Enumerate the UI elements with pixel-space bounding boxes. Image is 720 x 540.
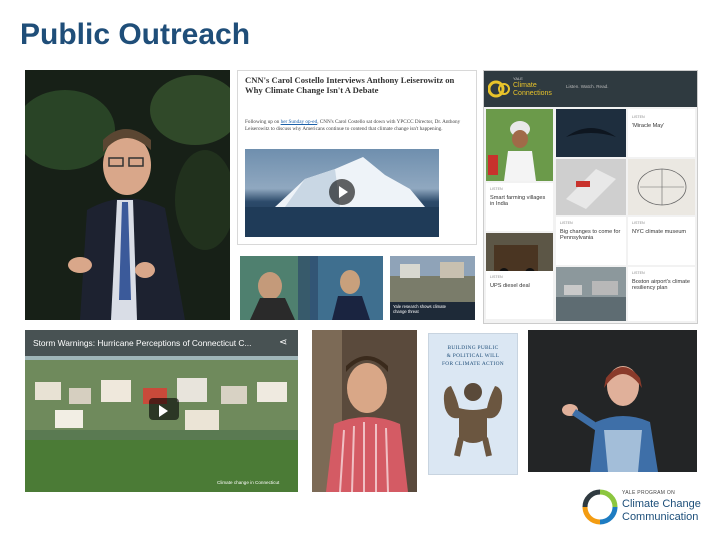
bird-illustration bbox=[566, 128, 616, 137]
speaker-photo-2 bbox=[312, 330, 417, 492]
book-title-line: FOR CLIMATE ACTION bbox=[441, 361, 504, 367]
ypccc-logo-icon bbox=[582, 489, 618, 525]
tile-tag: LISTEN bbox=[632, 221, 645, 225]
iceberg-video[interactable] bbox=[245, 149, 439, 237]
ypccc-logo: YALE PROGRAM ON Climate Change Communica… bbox=[582, 487, 712, 531]
tile-tag: LISTEN bbox=[560, 221, 573, 225]
tv-interview-photo bbox=[240, 256, 383, 320]
tile-ballot-image bbox=[556, 159, 626, 215]
tile-ups-text[interactable]: LISTEN UPS diesel deal bbox=[486, 271, 553, 319]
climate-connections-nav[interactable]: Listen. Watch. Read. bbox=[566, 84, 608, 89]
tile-tag: LISTEN bbox=[490, 187, 503, 191]
cnn-article-body-start: Following up on bbox=[245, 119, 281, 125]
tile-airport-image bbox=[556, 267, 626, 321]
tile-title: Smart farming villages in India bbox=[490, 195, 546, 207]
farmer-illustration bbox=[486, 109, 553, 181]
ypccc-logo-line2: Climate Change bbox=[622, 498, 701, 510]
tile-title: UPS diesel deal bbox=[490, 283, 530, 289]
airport-illustration bbox=[556, 267, 626, 321]
tile-miracle-may-text[interactable]: LISTEN 'Miracle May' bbox=[628, 109, 695, 157]
muscle-figure-icon bbox=[443, 383, 503, 457]
tile-nyc-museum-text[interactable]: LISTEN NYC climate museum bbox=[628, 217, 695, 265]
tile-title: 'Miracle May' bbox=[632, 123, 665, 129]
climate-connections-logo-line2: Connections bbox=[513, 90, 552, 97]
slide-title: Public Outreach bbox=[20, 18, 251, 51]
book-title-line: BUILDING PUBLIC bbox=[447, 345, 499, 351]
tile-miracle-may[interactable] bbox=[556, 109, 626, 157]
share-icon[interactable]: ⋖ bbox=[279, 337, 287, 348]
tile-tag: LISTEN bbox=[490, 275, 503, 279]
play-button-icon[interactable] bbox=[329, 179, 355, 205]
cnn-article-headline: CNN's Carol Costello Interviews Anthony … bbox=[245, 75, 455, 95]
cnn-article-card: CNN's Carol Costello Interviews Anthony … bbox=[237, 70, 477, 245]
climate-connections-logo-small: YALE bbox=[513, 76, 523, 81]
speaker-photo-3 bbox=[528, 330, 697, 472]
tile-title: NYC climate museum bbox=[632, 229, 687, 235]
book-cover: BUILDING PUBLIC & POLITICAL WILL FOR CLI… bbox=[428, 333, 518, 475]
climate-connections-logo-line1: Climate bbox=[513, 82, 537, 89]
tile-image-farmer bbox=[486, 109, 553, 181]
cnn-article-body: Following up on her Sunday op-ed, CNN's … bbox=[245, 119, 467, 133]
climate-connections-header: YALE Climate Connections Listen. Watch. … bbox=[484, 71, 697, 107]
tile-title: Big changes to come for Pennsylvania bbox=[560, 229, 621, 241]
sketch-illustration bbox=[628, 159, 695, 215]
ypccc-logo-line1: YALE PROGRAM ON bbox=[622, 490, 676, 496]
flood-news-photo: Yale research shows climate change threa… bbox=[390, 256, 475, 320]
tile-title: Boston airport's climate resiliency plan bbox=[632, 279, 690, 291]
speaker-illustration bbox=[25, 70, 230, 320]
video-title: Storm Warnings: Hurricane Perceptions of… bbox=[33, 338, 252, 348]
tile-pennsylvania-text[interactable]: LISTEN Big changes to come for Pennsylva… bbox=[556, 217, 626, 265]
tile-tag: LISTEN bbox=[632, 271, 645, 275]
ypccc-logo-line3: Communication bbox=[622, 511, 699, 523]
video-watermark: Climate change in Connecticut bbox=[217, 480, 280, 485]
climate-connections-logo-icon bbox=[488, 80, 510, 98]
ballot-illustration bbox=[556, 159, 626, 215]
storm-warnings-video[interactable]: Storm Warnings: Hurricane Perceptions of… bbox=[25, 330, 298, 492]
speaker2-illustration bbox=[312, 330, 417, 492]
play-button-icon[interactable] bbox=[149, 398, 179, 420]
flood-news-caption: Yale research shows climate change threa… bbox=[393, 304, 446, 314]
book-title-line: & POLITICAL WILL bbox=[446, 353, 500, 359]
speaker3-illustration bbox=[528, 330, 697, 472]
climate-connections-site: YALE Climate Connections Listen. Watch. … bbox=[483, 70, 698, 324]
tile-boston-airport-text[interactable]: LISTEN Boston airport's climate resilien… bbox=[628, 267, 695, 321]
book-title: BUILDING PUBLIC & POLITICAL WILL FOR CLI… bbox=[429, 344, 517, 368]
tile-tag: LISTEN bbox=[632, 115, 645, 119]
speaker-photo bbox=[25, 70, 230, 320]
tile-sketch-image bbox=[628, 159, 695, 215]
tile-smart-farming-text[interactable]: LISTEN Smart farming villages in India bbox=[486, 183, 553, 231]
cnn-article-link[interactable]: her Sunday op-ed bbox=[281, 119, 318, 125]
tv-interview-illustration bbox=[240, 256, 383, 320]
